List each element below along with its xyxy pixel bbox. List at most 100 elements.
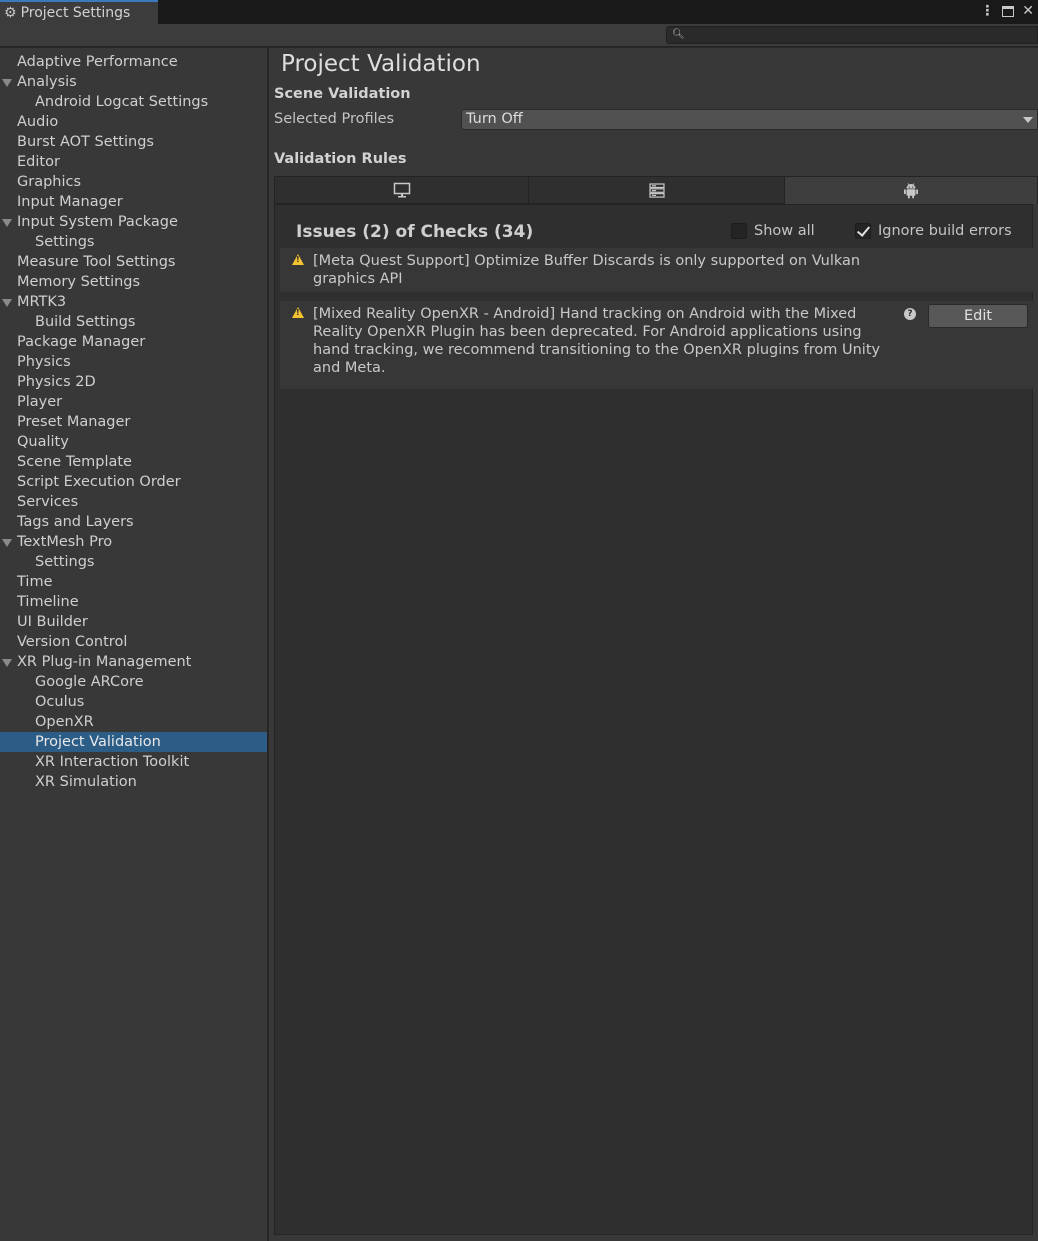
expand-caret-icon[interactable] bbox=[2, 659, 12, 667]
warning-icon bbox=[292, 254, 304, 265]
sidebar-item-input-manager[interactable]: Input Manager bbox=[0, 192, 267, 212]
sidebar-item-adaptive-performance[interactable]: Adaptive Performance bbox=[0, 52, 267, 72]
selected-profiles-value: Turn Off bbox=[466, 111, 523, 127]
more-options-icon[interactable]: ⋮ bbox=[980, 4, 994, 18]
sidebar-item-label: Quality bbox=[17, 434, 69, 450]
toolbar: 🔍︎ bbox=[0, 24, 1038, 47]
project-settings-tab[interactable]: ⚙ Project Settings bbox=[0, 0, 158, 24]
sidebar-item-xr-simulation[interactable]: XR Simulation bbox=[0, 772, 267, 792]
sidebar-item-openxr[interactable]: OpenXR bbox=[0, 712, 267, 732]
sidebar-item-label: Services bbox=[17, 494, 79, 510]
issue-row: [Mixed Reality OpenXR - Android] Hand tr… bbox=[280, 301, 1034, 389]
expand-caret-icon[interactable] bbox=[2, 79, 12, 87]
sidebar-item-analysis[interactable]: Analysis bbox=[0, 72, 267, 92]
sidebar-item-label: Script Execution Order bbox=[17, 474, 181, 490]
selected-profiles-label: Selected Profiles bbox=[274, 111, 395, 127]
sidebar-item-label: Build Settings bbox=[35, 314, 136, 330]
sidebar-item-textmesh-pro[interactable]: TextMesh Pro bbox=[0, 532, 267, 552]
tab-desktop[interactable] bbox=[274, 176, 529, 204]
sidebar-item-label: TextMesh Pro bbox=[17, 534, 113, 550]
issue-message: [Meta Quest Support] Optimize Buffer Dis… bbox=[313, 253, 861, 287]
expand-caret-icon[interactable] bbox=[2, 299, 12, 307]
close-icon[interactable]: ✕ bbox=[1022, 4, 1034, 18]
sidebar-item-android-logcat-settings[interactable]: Android Logcat Settings bbox=[0, 92, 267, 112]
sidebar-item-mrtk3[interactable]: MRTK3 bbox=[0, 292, 267, 312]
sidebar-item-label: Audio bbox=[17, 114, 59, 130]
sidebar-item-version-control[interactable]: Version Control bbox=[0, 632, 267, 652]
sidebar-item-settings[interactable]: Settings bbox=[0, 552, 267, 572]
edit-button[interactable]: Edit bbox=[928, 304, 1028, 328]
sidebar-item-audio[interactable]: Audio bbox=[0, 112, 267, 132]
window-titlebar: ⚙ Project Settings ⋮ ✕ bbox=[0, 0, 1038, 24]
settings-sidebar: Adaptive Performance Analysis Android Logc… bbox=[0, 48, 268, 1241]
maximize-icon[interactable] bbox=[1002, 5, 1015, 17]
sidebar-item-label: Physics 2D bbox=[17, 374, 96, 390]
sidebar-item-label: Physics bbox=[17, 354, 71, 370]
sidebar-item-quality[interactable]: Quality bbox=[0, 432, 267, 452]
help-icon[interactable]: ? bbox=[904, 308, 916, 320]
gear-icon: ⚙ bbox=[4, 5, 17, 21]
validation-rules-heading: Validation Rules bbox=[274, 151, 407, 167]
sidebar-item-label: Google ARCore bbox=[35, 674, 144, 690]
sidebar-item-xr-interaction-toolkit[interactable]: XR Interaction Toolkit bbox=[0, 752, 267, 772]
sidebar-item-package-manager[interactable]: Package Manager bbox=[0, 332, 267, 352]
sidebar-item-editor[interactable]: Editor bbox=[0, 152, 267, 172]
sidebar-item-input-system-package[interactable]: Input System Package bbox=[0, 212, 267, 232]
sidebar-item-label: Adaptive Performance bbox=[17, 54, 178, 70]
sidebar-item-label: Settings bbox=[35, 234, 95, 250]
expand-caret-icon[interactable] bbox=[2, 219, 12, 227]
sidebar-item-label: Oculus bbox=[35, 694, 85, 710]
sidebar-item-label: Player bbox=[17, 394, 63, 410]
platform-tabs bbox=[274, 176, 1038, 204]
sidebar-item-label: XR Simulation bbox=[35, 774, 137, 790]
sidebar-item-label: Tags and Layers bbox=[17, 514, 134, 530]
sidebar-item-measure-tool-settings[interactable]: Measure Tool Settings bbox=[0, 252, 267, 272]
main-panel: Project Validation Scene Validation Sele… bbox=[269, 48, 1038, 1241]
sidebar-item-label: Android Logcat Settings bbox=[35, 94, 209, 110]
sidebar-item-label: Time bbox=[17, 574, 53, 590]
sidebar-item-timeline[interactable]: Timeline bbox=[0, 592, 267, 612]
sidebar-item-script-execution-order[interactable]: Script Execution Order bbox=[0, 472, 267, 492]
server-icon bbox=[648, 182, 665, 198]
ignore-build-errors-box[interactable] bbox=[855, 223, 871, 239]
sidebar-item-physics-2d[interactable]: Physics 2D bbox=[0, 372, 267, 392]
sidebar-item-label: XR Plug-in Management bbox=[17, 654, 192, 670]
sidebar-item-xr-plug-in-management[interactable]: XR Plug-in Management bbox=[0, 652, 267, 672]
show-all-box[interactable] bbox=[731, 223, 747, 239]
ignore-build-errors-checkbox[interactable]: Ignore build errors bbox=[855, 223, 1012, 239]
sidebar-item-tags-and-layers[interactable]: Tags and Layers bbox=[0, 512, 267, 532]
sidebar-item-google-arcore[interactable]: Google ARCore bbox=[0, 672, 267, 692]
sidebar-item-ui-builder[interactable]: UI Builder bbox=[0, 612, 267, 632]
scene-validation-heading: Scene Validation bbox=[274, 86, 411, 102]
issues-panel: Issues (2) of Checks (34) Show all Ignor… bbox=[274, 204, 1034, 1235]
tab-android[interactable] bbox=[785, 176, 1038, 204]
sidebar-item-settings[interactable]: Settings bbox=[0, 232, 267, 252]
sidebar-item-memory-settings[interactable]: Memory Settings bbox=[0, 272, 267, 292]
expand-caret-icon[interactable] bbox=[2, 539, 12, 547]
sidebar-item-preset-manager[interactable]: Preset Manager bbox=[0, 412, 267, 432]
show-all-label: Show all bbox=[754, 223, 815, 239]
sidebar-item-scene-template[interactable]: Scene Template bbox=[0, 452, 267, 472]
sidebar-item-build-settings[interactable]: Build Settings bbox=[0, 312, 267, 332]
sidebar-item-time[interactable]: Time bbox=[0, 572, 267, 592]
sidebar-item-label: Burst AOT Settings bbox=[17, 134, 154, 150]
tab-server[interactable] bbox=[529, 176, 785, 204]
sidebar-item-label: Input System Package bbox=[17, 214, 178, 230]
sidebar-item-player[interactable]: Player bbox=[0, 392, 267, 412]
selected-profiles-dropdown[interactable]: Turn Off bbox=[461, 109, 1038, 130]
sidebar-item-services[interactable]: Services bbox=[0, 492, 267, 512]
sidebar-item-oculus[interactable]: Oculus bbox=[0, 692, 267, 712]
sidebar-item-graphics[interactable]: Graphics bbox=[0, 172, 267, 192]
settings-category-list: Adaptive Performance Analysis Android Logc… bbox=[0, 48, 267, 792]
sidebar-item-label: Editor bbox=[17, 154, 60, 170]
show-all-checkbox[interactable]: Show all bbox=[731, 223, 815, 239]
search-field[interactable]: 🔍︎ bbox=[666, 26, 1038, 44]
sidebar-item-label: Timeline bbox=[17, 594, 79, 610]
sidebar-item-project-validation[interactable]: Project Validation bbox=[0, 732, 267, 752]
sidebar-item-label: Memory Settings bbox=[17, 274, 141, 290]
sidebar-item-label: Analysis bbox=[17, 74, 77, 90]
sidebar-item-burst-aot-settings[interactable]: Burst AOT Settings bbox=[0, 132, 267, 152]
sidebar-item-label: UI Builder bbox=[17, 614, 88, 630]
issues-summary: Issues (2) of Checks (34) bbox=[296, 222, 534, 242]
sidebar-item-physics[interactable]: Physics bbox=[0, 352, 267, 372]
